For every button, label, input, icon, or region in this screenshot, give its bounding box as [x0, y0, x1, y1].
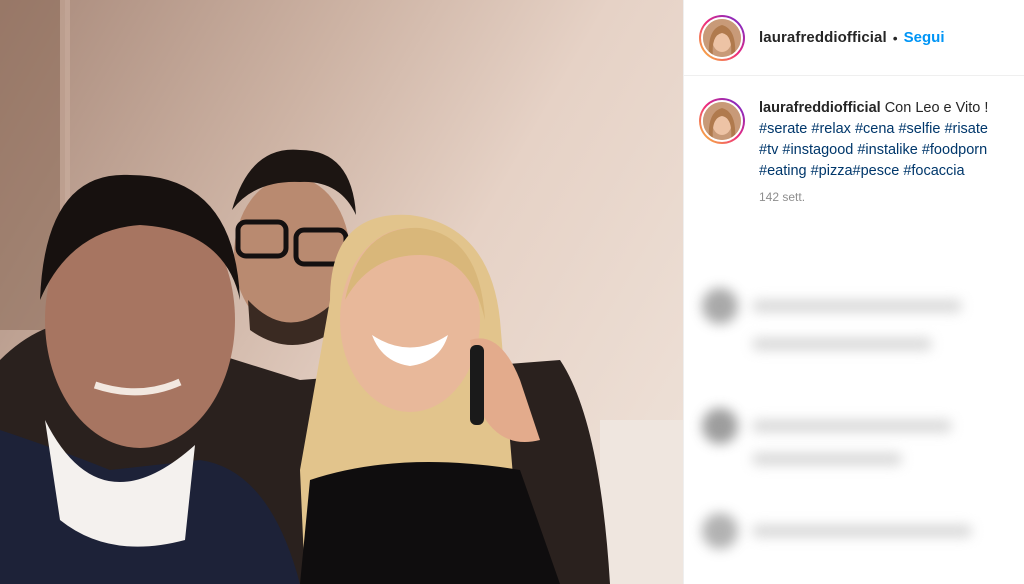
hashtag[interactable]: #cena	[855, 121, 895, 137]
caption-avatar[interactable]	[699, 98, 745, 144]
hashtag[interactable]: #selfie	[898, 121, 940, 137]
blurred-comment	[752, 338, 932, 350]
hashtag[interactable]: #foodporn	[922, 142, 987, 158]
hashtag[interactable]: #eating	[759, 163, 807, 179]
caption: laurafreddiofficial Con Leo e Vito ! #se…	[684, 76, 1024, 182]
hashtag[interactable]: #serate	[759, 121, 807, 137]
hashtag[interactable]: #risate	[944, 121, 988, 137]
blurred-text	[752, 525, 972, 537]
hashtag[interactable]: #pizza#pesce	[811, 163, 900, 179]
header-username[interactable]: laurafreddiofficial	[759, 29, 887, 46]
post-header: laurafreddiofficial • Segui	[684, 0, 1024, 76]
avatar-image	[701, 16, 743, 59]
hashtags-line-3: #eating #pizza#pesce #focaccia	[759, 161, 988, 182]
blurred-avatar	[702, 408, 738, 444]
hashtag[interactable]: #instalike	[857, 142, 917, 158]
hashtag[interactable]: #focaccia	[903, 163, 964, 179]
blurred-avatar	[702, 288, 738, 324]
post-timestamp[interactable]: 142 sett.	[759, 190, 1024, 204]
hashtags-line-1: #serate #relax #cena #selfie #risate	[759, 119, 988, 140]
blurred-comment	[702, 513, 972, 549]
blurred-text	[752, 338, 932, 350]
caption-username[interactable]: laurafreddiofficial	[759, 100, 881, 116]
caption-message: Con Leo e Vito !	[884, 100, 989, 116]
post-photo[interactable]	[0, 0, 683, 584]
caption-text: laurafreddiofficial Con Leo e Vito ! #se…	[759, 98, 988, 182]
separator-dot: •	[892, 29, 898, 46]
hashtag[interactable]: #relax	[811, 121, 851, 137]
avatar-image	[701, 100, 743, 142]
blurred-comment	[752, 453, 902, 465]
hashtags-line-2: #tv #instagood #instalike #foodporn	[759, 140, 988, 161]
blurred-text	[752, 453, 902, 465]
follow-button[interactable]: Segui	[904, 29, 945, 46]
blurred-comment	[702, 288, 962, 324]
hashtag[interactable]: #tv	[759, 142, 778, 158]
blurred-avatar	[702, 513, 738, 549]
blurred-text	[752, 300, 962, 312]
blurred-text	[752, 420, 952, 432]
selfie-image	[0, 0, 683, 584]
post-sidebar: laurafreddiofficial • Segui laurafreddio…	[683, 0, 1024, 584]
blurred-comments	[702, 228, 1024, 584]
profile-avatar[interactable]	[699, 14, 745, 61]
hashtag[interactable]: #instagood	[782, 142, 853, 158]
blurred-comment	[702, 408, 952, 444]
